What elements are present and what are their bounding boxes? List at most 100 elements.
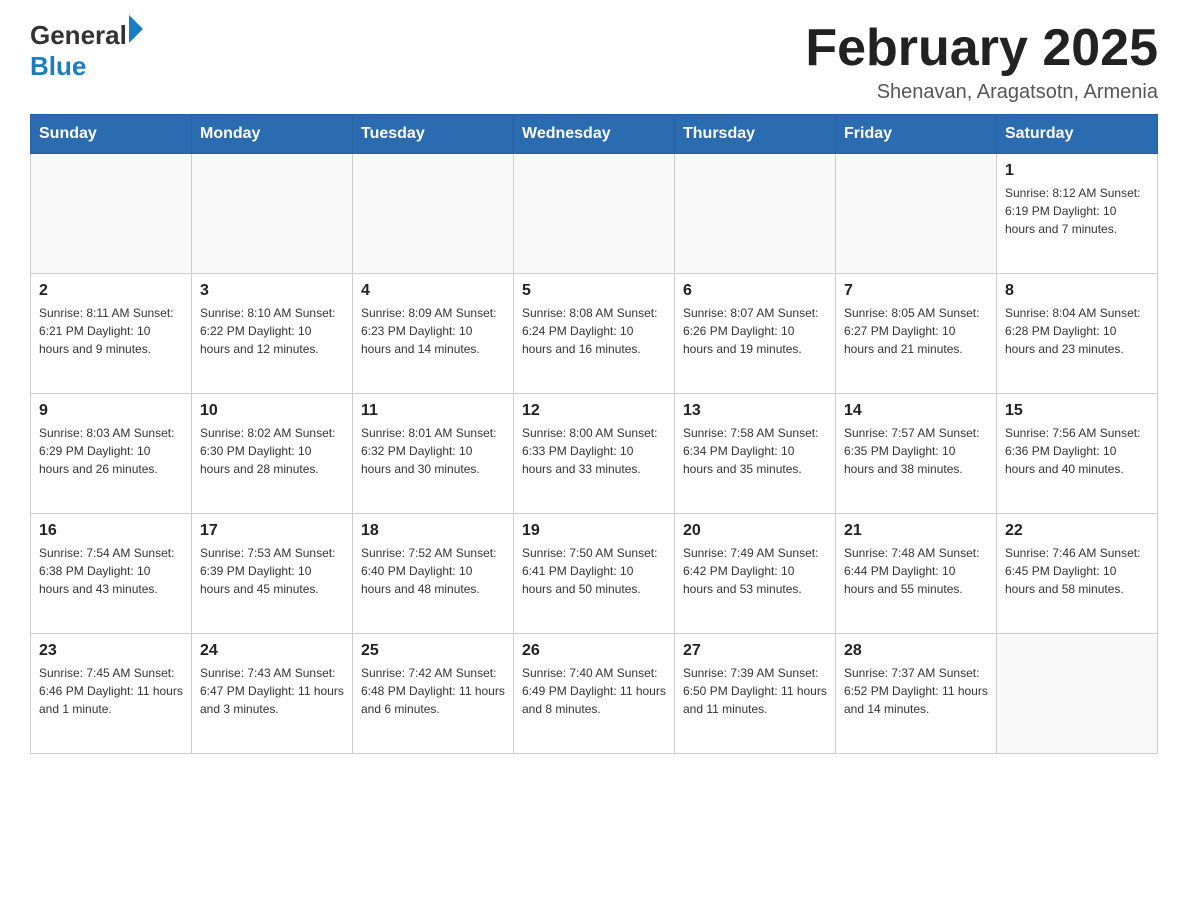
calendar-day-cell: 10 Sunrise: 8:02 AM Sunset: 6:30 PM Dayli…: [192, 394, 353, 514]
day-info: Sunrise: 7:56 AM Sunset: 6:36 PM Dayligh…: [1005, 424, 1149, 478]
month-title: February 2025: [805, 20, 1158, 77]
day-number: 23: [39, 642, 183, 660]
day-info: Sunrise: 7:37 AM Sunset: 6:52 PM Dayligh…: [844, 664, 988, 718]
calendar-day-cell: 22Sunrise: 7:46 AM Sunset: 6:45 PM Dayli…: [997, 514, 1158, 634]
day-info: Sunrise: 7:52 AM Sunset: 6:40 PM Dayligh…: [361, 544, 505, 598]
day-number: 28: [844, 642, 988, 660]
calendar-day-cell: 9 Sunrise: 8:03 AM Sunset: 6:29 PM Daylig…: [31, 394, 192, 514]
calendar-day-cell: 7 Sunrise: 8:05 AM Sunset: 6:27 PM Daylig…: [836, 274, 997, 394]
day-of-week-header: Thursday: [675, 115, 836, 154]
logo-general-text: General: [30, 20, 127, 51]
day-number: 6: [683, 282, 827, 300]
day-info: Sunrise: 8:00 AM Sunset: 6:33 PM Dayligh…: [522, 424, 666, 478]
calendar-day-cell: 15 Sunrise: 7:56 AM Sunset: 6:36 PM Dayli…: [997, 394, 1158, 514]
day-of-week-header: Wednesday: [514, 115, 675, 154]
day-number: 27: [683, 642, 827, 660]
day-info: Sunrise: 7:53 AM Sunset: 6:39 PM Dayligh…: [200, 544, 344, 598]
day-of-week-header: Monday: [192, 115, 353, 154]
calendar-day-cell: 26 Sunrise: 7:40 AM Sunset: 6:49 PM Dayli…: [514, 634, 675, 754]
calendar-day-cell: 12 Sunrise: 8:00 AM Sunset: 6:33 PM Dayli…: [514, 394, 675, 514]
calendar-day-cell: 28 Sunrise: 7:37 AM Sunset: 6:52 PM Dayli…: [836, 634, 997, 754]
day-info: Sunrise: 8:12 AM Sunset: 6:19 PM Dayligh…: [1005, 184, 1149, 238]
day-number: 1: [1005, 162, 1149, 180]
calendar-day-cell: [997, 634, 1158, 754]
calendar-day-cell: 19 Sunrise: 7:50 AM Sunset: 6:41 PM Dayli…: [514, 514, 675, 634]
day-number: 25: [361, 642, 505, 660]
day-number: 18: [361, 522, 505, 540]
day-number: 12: [522, 402, 666, 420]
calendar-title-area: February 2025 Shenavan, Aragatsotn, Arme…: [805, 20, 1158, 104]
calendar-day-cell: [514, 154, 675, 274]
calendar-table: SundayMondayTuesdayWednesdayThursdayFrid…: [30, 114, 1158, 754]
calendar-day-cell: [192, 154, 353, 274]
day-info: Sunrise: 7:39 AM Sunset: 6:50 PM Dayligh…: [683, 664, 827, 718]
day-number: 22: [1005, 522, 1149, 540]
page-header: General Blue February 2025 Shenavan, Ara…: [30, 20, 1158, 104]
day-number: 24: [200, 642, 344, 660]
day-info: Sunrise: 8:08 AM Sunset: 6:24 PM Dayligh…: [522, 304, 666, 358]
calendar-week-row: 2Sunrise: 8:11 AM Sunset: 6:21 PM Daylig…: [31, 274, 1158, 394]
calendar-day-cell: 20 Sunrise: 7:49 AM Sunset: 6:42 PM Dayli…: [675, 514, 836, 634]
logo-blue-text: Blue: [30, 51, 143, 82]
calendar-day-cell: 24 Sunrise: 7:43 AM Sunset: 6:47 PM Dayli…: [192, 634, 353, 754]
day-info: Sunrise: 7:40 AM Sunset: 6:49 PM Dayligh…: [522, 664, 666, 718]
calendar-day-cell: 23 Sunrise: 7:45 AM Sunset: 6:46 PM Dayli…: [31, 634, 192, 754]
calendar-week-row: 16Sunrise: 7:54 AM Sunset: 6:38 PM Dayli…: [31, 514, 1158, 634]
day-info: Sunrise: 8:07 AM Sunset: 6:26 PM Dayligh…: [683, 304, 827, 358]
day-number: 15: [1005, 402, 1149, 420]
day-info: Sunrise: 7:43 AM Sunset: 6:47 PM Dayligh…: [200, 664, 344, 718]
day-info: Sunrise: 7:58 AM Sunset: 6:34 PM Dayligh…: [683, 424, 827, 478]
day-info: Sunrise: 7:42 AM Sunset: 6:48 PM Dayligh…: [361, 664, 505, 718]
location-subtitle: Shenavan, Aragatsotn, Armenia: [805, 81, 1158, 104]
day-info: Sunrise: 8:10 AM Sunset: 6:22 PM Dayligh…: [200, 304, 344, 358]
calendar-week-row: 9 Sunrise: 8:03 AM Sunset: 6:29 PM Daylig…: [31, 394, 1158, 514]
day-number: 14: [844, 402, 988, 420]
calendar-day-cell: 2Sunrise: 8:11 AM Sunset: 6:21 PM Daylig…: [31, 274, 192, 394]
calendar-day-cell: 25 Sunrise: 7:42 AM Sunset: 6:48 PM Dayli…: [353, 634, 514, 754]
day-info: Sunrise: 8:05 AM Sunset: 6:27 PM Dayligh…: [844, 304, 988, 358]
calendar-day-cell: 11 Sunrise: 8:01 AM Sunset: 6:32 PM Dayli…: [353, 394, 514, 514]
day-info: Sunrise: 7:49 AM Sunset: 6:42 PM Dayligh…: [683, 544, 827, 598]
day-info: Sunrise: 7:45 AM Sunset: 6:46 PM Dayligh…: [39, 664, 183, 718]
day-number: 9: [39, 402, 183, 420]
day-number: 8: [1005, 282, 1149, 300]
day-of-week-header: Tuesday: [353, 115, 514, 154]
calendar-day-cell: 16Sunrise: 7:54 AM Sunset: 6:38 PM Dayli…: [31, 514, 192, 634]
calendar-day-cell: [31, 154, 192, 274]
day-number: 5: [522, 282, 666, 300]
calendar-day-cell: 27 Sunrise: 7:39 AM Sunset: 6:50 PM Dayli…: [675, 634, 836, 754]
calendar-day-cell: 14Sunrise: 7:57 AM Sunset: 6:35 PM Dayli…: [836, 394, 997, 514]
calendar-day-cell: 4Sunrise: 8:09 AM Sunset: 6:23 PM Daylig…: [353, 274, 514, 394]
logo: General Blue: [30, 20, 143, 82]
day-number: 3: [200, 282, 344, 300]
calendar-header-row: SundayMondayTuesdayWednesdayThursdayFrid…: [31, 115, 1158, 154]
day-number: 20: [683, 522, 827, 540]
day-number: 11: [361, 402, 505, 420]
day-number: 10: [200, 402, 344, 420]
day-info: Sunrise: 8:01 AM Sunset: 6:32 PM Dayligh…: [361, 424, 505, 478]
calendar-week-row: 23 Sunrise: 7:45 AM Sunset: 6:46 PM Dayli…: [31, 634, 1158, 754]
day-info: Sunrise: 7:48 AM Sunset: 6:44 PM Dayligh…: [844, 544, 988, 598]
calendar-day-cell: 13Sunrise: 7:58 AM Sunset: 6:34 PM Dayli…: [675, 394, 836, 514]
calendar-day-cell: 18 Sunrise: 7:52 AM Sunset: 6:40 PM Dayli…: [353, 514, 514, 634]
calendar-week-row: 1 Sunrise: 8:12 AM Sunset: 6:19 PM Daylig…: [31, 154, 1158, 274]
day-info: Sunrise: 7:50 AM Sunset: 6:41 PM Dayligh…: [522, 544, 666, 598]
calendar-day-cell: 8 Sunrise: 8:04 AM Sunset: 6:28 PM Daylig…: [997, 274, 1158, 394]
day-number: 19: [522, 522, 666, 540]
day-info: Sunrise: 8:03 AM Sunset: 6:29 PM Dayligh…: [39, 424, 183, 478]
calendar-day-cell: [353, 154, 514, 274]
day-info: Sunrise: 7:54 AM Sunset: 6:38 PM Dayligh…: [39, 544, 183, 598]
calendar-day-cell: 1 Sunrise: 8:12 AM Sunset: 6:19 PM Daylig…: [997, 154, 1158, 274]
day-number: 26: [522, 642, 666, 660]
calendar-day-cell: 17Sunrise: 7:53 AM Sunset: 6:39 PM Dayli…: [192, 514, 353, 634]
day-number: 21: [844, 522, 988, 540]
day-of-week-header: Friday: [836, 115, 997, 154]
day-of-week-header: Saturday: [997, 115, 1158, 154]
day-number: 7: [844, 282, 988, 300]
day-info: Sunrise: 8:04 AM Sunset: 6:28 PM Dayligh…: [1005, 304, 1149, 358]
calendar-day-cell: 5 Sunrise: 8:08 AM Sunset: 6:24 PM Daylig…: [514, 274, 675, 394]
calendar-day-cell: 3 Sunrise: 8:10 AM Sunset: 6:22 PM Daylig…: [192, 274, 353, 394]
day-info: Sunrise: 8:02 AM Sunset: 6:30 PM Dayligh…: [200, 424, 344, 478]
day-of-week-header: Sunday: [31, 115, 192, 154]
day-info: Sunrise: 8:11 AM Sunset: 6:21 PM Dayligh…: [39, 304, 183, 358]
